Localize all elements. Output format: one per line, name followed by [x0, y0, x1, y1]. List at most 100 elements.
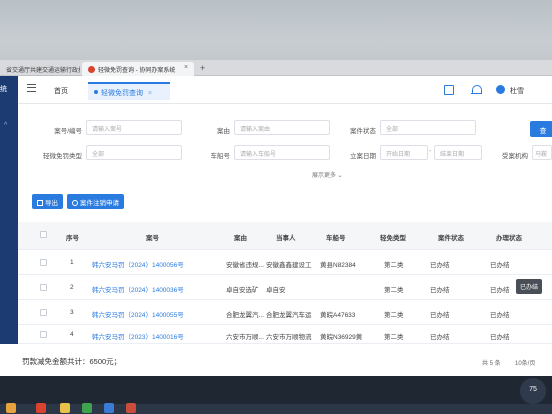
site-favicon-icon: [88, 66, 95, 73]
cell-reason: 安徽省违规...: [226, 262, 264, 269]
table-footer: 罚款减免金额共计：6500元； 共 5 条 10条/页: [0, 344, 552, 376]
col-header: 案件状态: [438, 235, 464, 242]
cell-vehicle: 黄皖A47633: [320, 312, 356, 319]
cancel-apply-button-label: 案件注销申请: [80, 200, 119, 207]
cell-case-status: 已办结: [430, 334, 450, 341]
select-all-checkbox[interactable]: [40, 231, 47, 238]
menu-icon[interactable]: [27, 84, 36, 92]
case-reason-label: 案由: [217, 128, 230, 135]
start-icon[interactable]: [6, 403, 16, 413]
filing-date-label: 立案日期: [350, 153, 376, 160]
filing-date-start[interactable]: 开始日期: [380, 145, 428, 160]
bell-icon[interactable]: [471, 85, 482, 95]
cell-type: 第二类: [384, 334, 404, 341]
cell-vehicle: 黄皖N36929黄: [320, 334, 363, 341]
row-checkbox[interactable]: [40, 284, 47, 291]
cancel-apply-button[interactable]: 案件注销申请: [67, 194, 124, 209]
sidebar-title: 统: [0, 86, 7, 93]
new-tab-button[interactable]: +: [200, 63, 205, 73]
export-button[interactable]: 导出: [32, 194, 63, 209]
col-header: 序号: [66, 235, 79, 242]
tab-exempt-query[interactable]: 轻微免罚查询 ×: [88, 82, 170, 100]
filter-form: 案号/编号 请输入案号 案由 请输入案由 案件状态 全部 查 轻微免罚类型 全部…: [18, 104, 552, 184]
vehicle-no-label: 车船号: [210, 153, 231, 160]
cell-case-status: 已办结: [430, 262, 450, 269]
avatar[interactable]: [496, 85, 505, 94]
row-checkbox[interactable]: [40, 331, 47, 338]
screen-icon[interactable]: [444, 85, 454, 95]
browser-tab-bar: 省交通厅共建交通运输行政执法... 轻微免罚查询 - 协同办案系统: [0, 60, 552, 76]
cell-case-no-link[interactable]: 韩六安马罚（2024）1400056号: [92, 259, 216, 269]
export-icon: [37, 200, 43, 206]
cell-handle-status: 已办结: [490, 334, 510, 341]
browser-tab-label: 轻微免罚查询 - 协同办案系统: [98, 68, 176, 74]
browser-tab-close-icon[interactable]: ×: [184, 64, 188, 71]
exempt-type-label: 轻微免罚类型: [43, 153, 82, 160]
row-checkbox[interactable]: [40, 259, 47, 266]
col-header: 案号: [146, 235, 159, 242]
folder-icon[interactable]: [60, 403, 70, 413]
cell-reason: 六安市万顺...: [226, 334, 264, 341]
row-checkbox[interactable]: [40, 309, 47, 316]
case-no-input[interactable]: 请输入案号: [86, 120, 182, 135]
case-reason-input[interactable]: 请输入案由: [234, 120, 330, 135]
app-icon[interactable]: [82, 403, 92, 413]
speed-widget[interactable]: 75: [520, 378, 546, 404]
table-row[interactable]: 2 韩六安马罚（2024）1400036号 卓自安选矿 卓自安 第二类 已办结 …: [18, 275, 552, 300]
cell-party: 六安市万顺物流: [266, 334, 312, 341]
screen-bezel: [0, 0, 552, 60]
cell-case-status: 已办结: [430, 312, 450, 319]
cell-type: 第二类: [384, 312, 404, 319]
cell-type: 第二类: [384, 262, 404, 269]
case-status-label: 案件状态: [350, 128, 376, 135]
search-button[interactable]: 查: [530, 121, 552, 137]
browser-tab-prev[interactable]: 省交通厅共建交通运输行政执法...: [0, 62, 80, 76]
filing-date-end[interactable]: 结束日期: [434, 145, 482, 160]
table-row[interactable]: 3 韩六安马罚（2024）1400055号 合肥龙翼汽... 合肥龙翼汽车运 黄…: [18, 300, 552, 325]
table-row[interactable]: 4 韩六安马罚（2023）1400016号 六安市万顺... 六安市万顺物流 黄…: [18, 325, 552, 344]
office-label: 受案机构: [502, 153, 528, 160]
results-table: 序号 案号 案由 当事人 车船号 轻免类型 案件状态 办理状态 1 韩六安马罚（…: [18, 218, 552, 344]
cell-reason: 卓自安选矿: [226, 287, 259, 294]
case-status-select[interactable]: 全部: [380, 120, 476, 135]
export-button-label: 导出: [45, 200, 58, 207]
col-header: 轻免类型: [380, 235, 406, 242]
tab-home[interactable]: 首页: [54, 86, 68, 96]
case-no-label: 案号/编号: [54, 128, 82, 135]
action-toolbar: 导出 案件注销申请: [18, 184, 552, 218]
exempt-type-select[interactable]: 全部: [86, 145, 182, 160]
cell-no: 4: [70, 331, 74, 338]
cell-handle-status: 已办结: [490, 312, 510, 319]
tab-close-icon[interactable]: ×: [148, 90, 152, 97]
cell-handle-status: 已办结: [490, 287, 510, 294]
cell-party: 卓自安: [266, 287, 286, 294]
fine-total-text: 罚款减免金额共计：6500元；: [22, 357, 122, 366]
user-name[interactable]: 杜雪: [510, 86, 524, 96]
app-icon[interactable]: [36, 403, 46, 413]
vehicle-no-input[interactable]: 请输入车船号: [234, 145, 330, 160]
office-select[interactable]: 马鞍: [532, 145, 552, 160]
browser-tab-active[interactable]: 轻微免罚查询 - 协同办案系统: [82, 62, 194, 76]
cell-party: 合肥龙翼汽车运: [266, 312, 312, 319]
col-header: 案由: [234, 235, 247, 242]
tab-exempt-query-label: 轻微免罚查询: [101, 90, 143, 97]
table-row[interactable]: 1 韩六安马罚（2024）1400056号 安徽省违规... 安徽鑫鑫建设工 黄…: [18, 250, 552, 275]
cell-case-no-link[interactable]: 韩六安马罚（2024）1400055号: [92, 309, 216, 319]
cell-case-no-link[interactable]: 韩六安马罚（2023）1400016号: [92, 331, 216, 341]
cell-reason: 合肥龙翼汽...: [226, 312, 264, 319]
os-taskbar: 75: [0, 376, 552, 414]
chevron-up-icon[interactable]: ^: [4, 122, 7, 129]
col-header: 当事人: [276, 235, 296, 242]
cell-party: 安徽鑫鑫建设工: [266, 262, 312, 269]
cell-no: 1: [70, 259, 74, 266]
browser-icon[interactable]: [126, 403, 136, 413]
cell-handle-status: 已办结: [490, 262, 510, 269]
show-more-link[interactable]: 展示更多 ⌄: [312, 170, 343, 179]
app-icon[interactable]: [104, 403, 114, 413]
cell-case-no-link[interactable]: 韩六安马罚（2024）1400036号: [92, 284, 216, 294]
page-size-select[interactable]: 10条/页: [515, 358, 535, 367]
table-header: 序号 案号 案由 当事人 车船号 轻免类型 案件状态 办理状态: [18, 222, 552, 250]
cell-no: 2: [70, 284, 74, 291]
cell-no: 3: [70, 309, 74, 316]
status-tooltip: 已办结: [516, 279, 543, 294]
